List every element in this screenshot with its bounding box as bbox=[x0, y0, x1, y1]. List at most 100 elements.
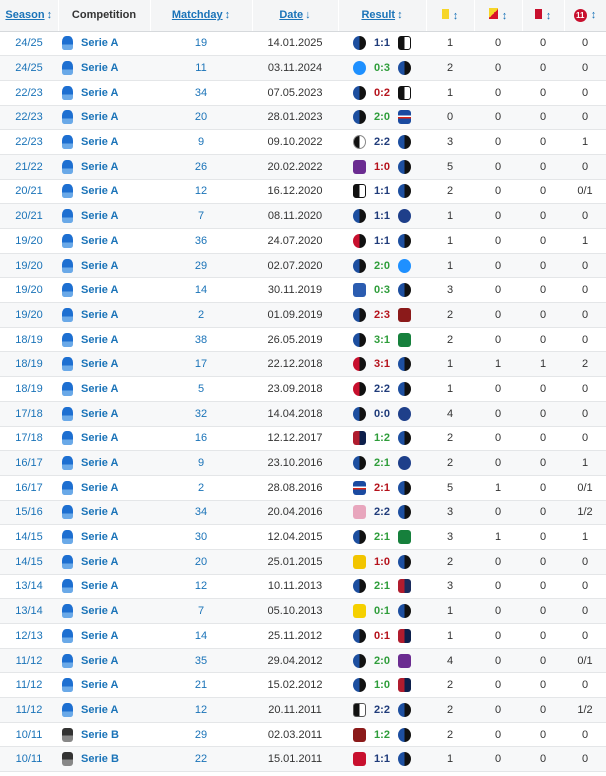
match-score-link[interactable]: 2:2 bbox=[369, 136, 395, 148]
away-team-crest-icon[interactable] bbox=[398, 554, 411, 569]
competition-link[interactable]: Serie A bbox=[81, 62, 119, 74]
competition-link[interactable]: Serie A bbox=[81, 111, 119, 123]
home-team-crest-icon[interactable] bbox=[353, 357, 366, 372]
matchday-link[interactable]: 34 bbox=[195, 506, 207, 518]
season-link[interactable]: 19/20 bbox=[15, 284, 43, 296]
home-team-crest-icon[interactable] bbox=[353, 61, 366, 76]
season-link[interactable]: 14/15 bbox=[15, 531, 43, 543]
competition-link[interactable]: Serie A bbox=[81, 457, 119, 469]
result-header[interactable]: Result ↕ bbox=[338, 0, 427, 32]
match-score-link[interactable]: 1:1 bbox=[369, 210, 395, 222]
matchday-link[interactable]: 22 bbox=[195, 753, 207, 765]
competition-link[interactable]: Serie A bbox=[81, 408, 119, 420]
matchday-link[interactable]: 20 bbox=[195, 111, 207, 123]
away-team-crest-icon[interactable] bbox=[398, 381, 411, 396]
match-score-link[interactable]: 1:0 bbox=[369, 556, 395, 568]
competition-link[interactable]: Serie A bbox=[81, 260, 119, 272]
season-link[interactable]: 20/21 bbox=[15, 210, 43, 222]
match-score-link[interactable]: 2:0 bbox=[369, 111, 395, 123]
home-team-crest-icon[interactable] bbox=[353, 628, 366, 643]
sort-desc-icon[interactable]: ↓ bbox=[305, 9, 311, 21]
competition-link[interactable]: Serie A bbox=[81, 136, 119, 148]
season-header[interactable]: Season ↕ bbox=[0, 0, 59, 32]
competition-link[interactable]: Serie A bbox=[81, 482, 119, 494]
match-score-link[interactable]: 0:3 bbox=[369, 62, 395, 74]
match-score-link[interactable]: 0:1 bbox=[369, 630, 395, 642]
season-link[interactable]: 13/14 bbox=[15, 605, 43, 617]
matchday-link[interactable]: 26 bbox=[195, 161, 207, 173]
matchday-link[interactable]: 9 bbox=[198, 136, 204, 148]
yellow-card-header[interactable]: ↕ bbox=[426, 0, 475, 32]
season-link[interactable]: 12/13 bbox=[15, 630, 43, 642]
away-team-crest-icon[interactable] bbox=[398, 233, 411, 248]
match-score-link[interactable]: 2:0 bbox=[369, 260, 395, 272]
away-team-crest-icon[interactable] bbox=[398, 110, 411, 125]
away-team-crest-icon[interactable] bbox=[398, 332, 411, 347]
away-team-crest-icon[interactable] bbox=[398, 357, 411, 372]
home-team-crest-icon[interactable] bbox=[353, 233, 366, 248]
home-team-crest-icon[interactable] bbox=[353, 283, 366, 298]
away-team-crest-icon[interactable] bbox=[398, 209, 411, 224]
match-score-link[interactable]: 2:1 bbox=[369, 531, 395, 543]
match-score-link[interactable]: 2:1 bbox=[369, 482, 395, 494]
home-team-crest-icon[interactable] bbox=[353, 554, 366, 569]
sort-arrow-icon[interactable]: ↕ bbox=[397, 9, 403, 21]
matchday-link[interactable]: 36 bbox=[195, 235, 207, 247]
season-link[interactable]: 14/15 bbox=[15, 556, 43, 568]
matchday-link[interactable]: 2 bbox=[198, 482, 204, 494]
sort-arrow-icon[interactable]: ↕ bbox=[47, 9, 53, 21]
season-link[interactable]: 10/11 bbox=[16, 729, 43, 741]
matchday-link[interactable]: 14 bbox=[195, 284, 207, 296]
home-team-crest-icon[interactable] bbox=[353, 752, 366, 767]
season-link[interactable]: 10/11 bbox=[16, 753, 43, 765]
home-team-crest-icon[interactable] bbox=[353, 184, 366, 199]
match-score-link[interactable]: 2:2 bbox=[369, 704, 395, 716]
match-score-link[interactable]: 1:1 bbox=[369, 37, 395, 49]
home-team-crest-icon[interactable] bbox=[353, 258, 366, 273]
competition-link[interactable]: Serie A bbox=[81, 679, 119, 691]
match-score-link[interactable]: 2:3 bbox=[369, 309, 395, 321]
away-team-crest-icon[interactable] bbox=[398, 184, 411, 199]
season-link[interactable]: 11/12 bbox=[16, 655, 43, 667]
competition-link[interactable]: Serie A bbox=[81, 580, 119, 592]
season-link[interactable]: 19/20 bbox=[15, 309, 43, 321]
home-team-crest-icon[interactable] bbox=[353, 85, 366, 100]
home-team-crest-icon[interactable] bbox=[353, 431, 366, 446]
competition-link[interactable]: Serie A bbox=[81, 334, 119, 346]
matchday-link[interactable]: 17 bbox=[195, 358, 207, 370]
home-team-crest-icon[interactable] bbox=[353, 36, 366, 51]
season-link[interactable]: 16/17 bbox=[15, 482, 43, 494]
away-team-crest-icon[interactable] bbox=[398, 727, 411, 742]
matchday-link[interactable]: 9 bbox=[198, 457, 204, 469]
away-team-crest-icon[interactable] bbox=[398, 456, 411, 471]
match-score-link[interactable]: 1:2 bbox=[369, 729, 395, 741]
away-team-crest-icon[interactable] bbox=[398, 135, 411, 150]
result-sort-link[interactable]: Result bbox=[361, 9, 395, 21]
away-team-crest-icon[interactable] bbox=[398, 480, 411, 495]
season-link[interactable]: 24/25 bbox=[15, 37, 43, 49]
matchday-link[interactable]: 19 bbox=[195, 37, 207, 49]
match-score-link[interactable]: 0:0 bbox=[369, 408, 395, 420]
away-team-crest-icon[interactable] bbox=[398, 702, 411, 717]
home-team-crest-icon[interactable] bbox=[353, 530, 366, 545]
sort-arrow-icon[interactable]: ↕ bbox=[591, 9, 597, 21]
season-link[interactable]: 13/14 bbox=[15, 580, 43, 592]
competition-link[interactable]: Serie A bbox=[81, 506, 119, 518]
competition-link[interactable]: Serie A bbox=[81, 655, 119, 667]
competition-link[interactable]: Serie A bbox=[81, 210, 119, 222]
date-header[interactable]: Date ↓ bbox=[252, 0, 339, 32]
matchday-link[interactable]: 11 bbox=[195, 62, 206, 74]
competition-link[interactable]: Serie A bbox=[81, 383, 119, 395]
home-team-crest-icon[interactable] bbox=[353, 406, 366, 421]
season-link[interactable]: 21/22 bbox=[15, 161, 43, 173]
match-score-link[interactable]: 2:2 bbox=[369, 506, 395, 518]
match-score-link[interactable]: 2:1 bbox=[369, 457, 395, 469]
competition-link[interactable]: Serie A bbox=[81, 432, 119, 444]
matchday-link[interactable]: 7 bbox=[198, 210, 204, 222]
match-score-link[interactable]: 1:0 bbox=[369, 161, 395, 173]
matchday-link[interactable]: 29 bbox=[195, 260, 207, 272]
matchday-link[interactable]: 12 bbox=[195, 580, 207, 592]
away-team-crest-icon[interactable] bbox=[398, 653, 411, 668]
matchday-link[interactable]: 12 bbox=[195, 704, 207, 716]
matchday-link[interactable]: 29 bbox=[195, 729, 207, 741]
